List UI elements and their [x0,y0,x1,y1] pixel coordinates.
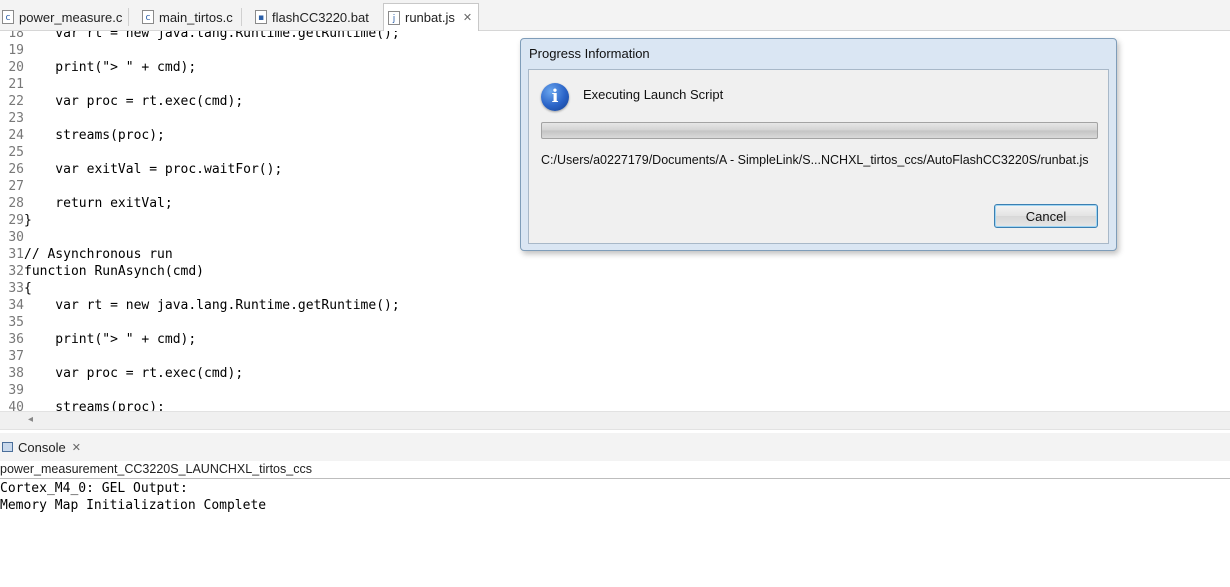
console-icon [2,442,13,452]
line-number: 26 [8,162,24,177]
code-line: 33{ [0,280,32,297]
code-line: 28 return exitVal; [0,195,173,212]
dialog-title: Progress Information [529,46,650,61]
line-number: 20 [8,60,24,75]
line-number: 34 [8,298,24,313]
console-line: Memory Map Initialization Complete [0,498,267,513]
console-tab-label: Console [18,439,66,455]
tab-label: flashCC3220.bat [272,9,369,25]
code-text: streams(proc); [24,128,165,143]
code-line: 37 [0,348,24,365]
tab-label: runbat.js [405,10,455,25]
editor-tab-bar: c power_measure.c c main_tirtos.c ▪ flas… [0,0,1230,31]
line-number: 22 [8,94,24,109]
tab-label: power_measure.c [19,9,123,25]
code-text: streams(proc); [24,400,165,411]
code-text: return exitVal; [24,196,173,211]
js-file-icon: j [388,10,400,25]
code-line: 35 [0,314,24,331]
code-text: print("> " + cmd); [24,332,197,347]
code-line: 32function RunAsynch(cmd) [0,263,204,280]
tab-console[interactable]: Console ✕ [0,433,81,461]
tab-runbat-js[interactable]: j runbat.js ✕ [383,3,480,31]
line-number: 32 [8,264,24,279]
line-number: 31 [8,247,24,262]
tab-separator [128,8,129,26]
code-line: 38 var proc = rt.exec(cmd); [0,365,243,382]
line-number: 30 [8,230,24,245]
code-line: 31// Asynchronous run [0,246,173,263]
code-line: 39 [0,382,24,399]
code-text: function RunAsynch(cmd) [24,264,205,279]
code-line: 25 [0,144,24,161]
progress-dialog: Progress Information i Executing Launch … [520,38,1117,251]
scroll-left-icon[interactable]: ◂ [28,414,33,425]
tab-separator [241,8,242,26]
line-number: 25 [8,145,24,160]
close-icon[interactable]: ✕ [463,11,472,24]
code-text: var rt = new java.lang.Runtime.getRuntim… [24,298,400,313]
code-line: 24 streams(proc); [0,127,165,144]
line-number: 23 [8,111,24,126]
c-file-icon: c [142,10,154,24]
code-line: 23 [0,110,24,127]
line-number: 40 [8,400,24,411]
code-line: 20 print("> " + cmd); [0,59,196,76]
tab-main-tirtos[interactable]: c main_tirtos.c [140,4,233,30]
cancel-button[interactable]: Cancel [994,204,1098,228]
line-number: 29 [8,213,24,228]
code-line: 19 [0,42,24,59]
line-number: 39 [8,383,24,398]
tab-power-measure[interactable]: c power_measure.c [0,4,122,30]
console-tab-bar: Console ✕ [0,433,1230,461]
line-number: 24 [8,128,24,143]
code-line: 27 [0,178,24,195]
line-number: 21 [8,77,24,92]
code-text: // Asynchronous run [24,247,173,262]
code-line: 29} [0,212,32,229]
console-line: Cortex_M4_0: GEL Output: [0,481,188,496]
console-title: power_measurement_CC3220S_LAUNCHXL_tirto… [0,461,1230,479]
line-number: 36 [8,332,24,347]
line-number: 28 [8,196,24,211]
c-file-icon: c [2,10,14,24]
line-number: 18 [8,31,24,41]
console-output[interactable]: Cortex_M4_0: GEL Output: Memory Map Init… [0,480,1230,587]
code-text: var proc = rt.exec(cmd); [24,366,244,381]
line-number: 19 [8,43,24,58]
line-number: 37 [8,349,24,364]
bat-file-icon: ▪ [255,10,267,24]
code-line: 36 print("> " + cmd); [0,331,196,348]
code-text: print("> " + cmd); [24,60,197,75]
code-line: 26 var exitVal = proc.waitFor(); [0,161,282,178]
progress-bar [541,122,1098,139]
dialog-body: i Executing Launch Script C:/Users/a0227… [528,69,1109,244]
code-line: 22 var proc = rt.exec(cmd); [0,93,243,110]
line-number: 38 [8,366,24,381]
code-text: var exitVal = proc.waitFor(); [24,162,283,177]
info-icon: i [541,83,569,111]
line-number: 27 [8,179,24,194]
code-line: 21 [0,76,24,93]
code-text: { [24,281,32,296]
tab-label: main_tirtos.c [159,9,233,25]
code-line: 34 var rt = new java.lang.Runtime.getRun… [0,297,400,314]
code-line: 18 var rt = new java.lang.Runtime.getRun… [0,31,400,42]
script-path-label: C:/Users/a0227179/Documents/A - SimpleLi… [541,153,1089,167]
code-text: var proc = rt.exec(cmd); [24,94,244,109]
task-label: Executing Launch Script [583,87,724,102]
code-line: 30 [0,229,24,246]
code-text: } [24,213,32,228]
line-number: 33 [8,281,24,296]
line-number: 35 [8,315,24,330]
horizontal-scrollbar[interactable]: ◂ [0,411,1230,430]
close-icon[interactable]: ✕ [72,441,81,454]
code-text: var rt = new java.lang.Runtime.getRuntim… [24,31,400,41]
code-line: 40 streams(proc); [0,399,165,411]
tab-flash-bat[interactable]: ▪ flashCC3220.bat [253,4,369,30]
